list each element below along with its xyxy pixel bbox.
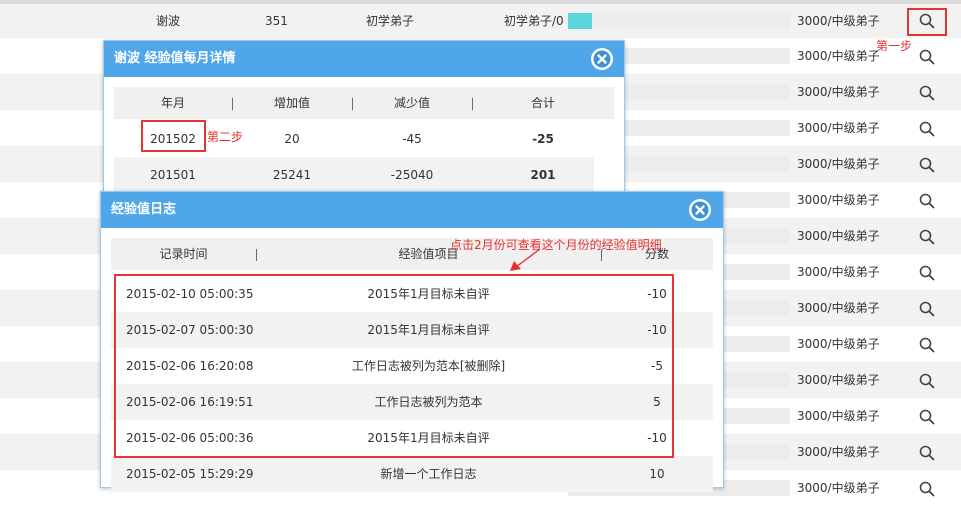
sub-cell: -45: [402, 132, 422, 146]
max-rank-text: 3000/中级弟子: [797, 373, 880, 387]
member-count: 351: [265, 14, 288, 28]
max-rank-text: 3000/中级弟子: [797, 85, 880, 99]
search-icon[interactable]: [918, 300, 936, 318]
time-cell: 2015-02-05 15:29:29: [126, 467, 254, 481]
member-rank: 初学弟子: [366, 14, 415, 28]
score-cell: 10: [649, 467, 665, 481]
search-icon[interactable]: [918, 480, 936, 498]
max-rank-text: 3000/中级弟子: [797, 445, 880, 459]
max-rank-text: 3000/中级弟子: [797, 229, 880, 243]
max-rank-text: 3000/中级弟子: [797, 301, 880, 315]
total-cell: 201: [530, 168, 556, 182]
dialog-header: 经验值日志: [101, 192, 723, 228]
progress-label: 初学弟子/0: [504, 14, 564, 28]
col-time: 记录时间: [159, 247, 208, 261]
search-icon[interactable]: [918, 84, 936, 102]
close-icon[interactable]: [688, 198, 712, 222]
search-icon[interactable]: [918, 336, 936, 354]
search-icon[interactable]: [918, 156, 936, 174]
table-header: 年月 增加值 减少值 合计: [114, 87, 614, 119]
table-row: 2015-02-05 15:29:29 新增一个工作日志 10: [111, 456, 713, 492]
max-rank-text: 3000/中级弟子: [797, 157, 880, 171]
max-rank-text: 3000/中级弟子: [797, 409, 880, 423]
total-cell: -25: [532, 132, 554, 146]
progress-fill: [568, 13, 593, 29]
log-rows-highlight: [114, 274, 674, 458]
dialog-title: 谢波 经验值每月详情: [114, 51, 236, 66]
member-name: 谢波: [156, 14, 181, 28]
search-icon[interactable]: [918, 372, 936, 390]
month-cell[interactable]: 201501: [114, 157, 232, 193]
search-icon[interactable]: [918, 264, 936, 282]
sub-cell: -25040: [390, 168, 434, 182]
max-rank-text: 3000/中级弟子: [797, 481, 880, 495]
col-month: 年月: [160, 96, 185, 110]
col-add: 增加值: [273, 96, 310, 110]
hint-annotation: 点击2月份可查看这个月份的经验值明细: [450, 238, 662, 252]
close-icon[interactable]: [590, 47, 614, 71]
item-cell: 新增一个工作日志: [380, 467, 477, 481]
max-rank-text: 3000/中级弟子: [797, 193, 880, 207]
max-rank-text: 3000/中级弟子: [797, 337, 880, 351]
max-rank-text: 3000/中级弟子: [797, 121, 880, 135]
step2-highlight: [141, 120, 206, 152]
col-sub: 减少值: [393, 96, 430, 110]
dialog-header: 谢波 经验值每月详情: [104, 41, 624, 77]
table-row: 谢波 351 初学弟子 初学弟子/0 3000/中级弟子: [0, 4, 961, 38]
max-rank-text: 3000/中级弟子: [797, 49, 880, 63]
search-icon[interactable]: [918, 444, 936, 462]
table-row[interactable]: 201501 25241 -25040 201: [114, 157, 594, 193]
add-cell: 25241: [272, 168, 312, 182]
progress-bar: [568, 13, 790, 29]
step1-highlight: [907, 8, 947, 36]
search-icon[interactable]: [918, 228, 936, 246]
dialog-title: 经验值日志: [111, 202, 177, 217]
max-rank-text: 3000/中级弟子: [797, 14, 880, 28]
search-icon[interactable]: [918, 120, 936, 138]
search-icon[interactable]: [918, 408, 936, 426]
col-total: 合计: [530, 96, 555, 110]
add-cell: 20: [284, 132, 300, 146]
step2-label: 第二步: [207, 130, 244, 144]
search-icon[interactable]: [918, 192, 936, 210]
max-rank-text: 3000/中级弟子: [797, 265, 880, 279]
search-icon[interactable]: [918, 48, 936, 66]
